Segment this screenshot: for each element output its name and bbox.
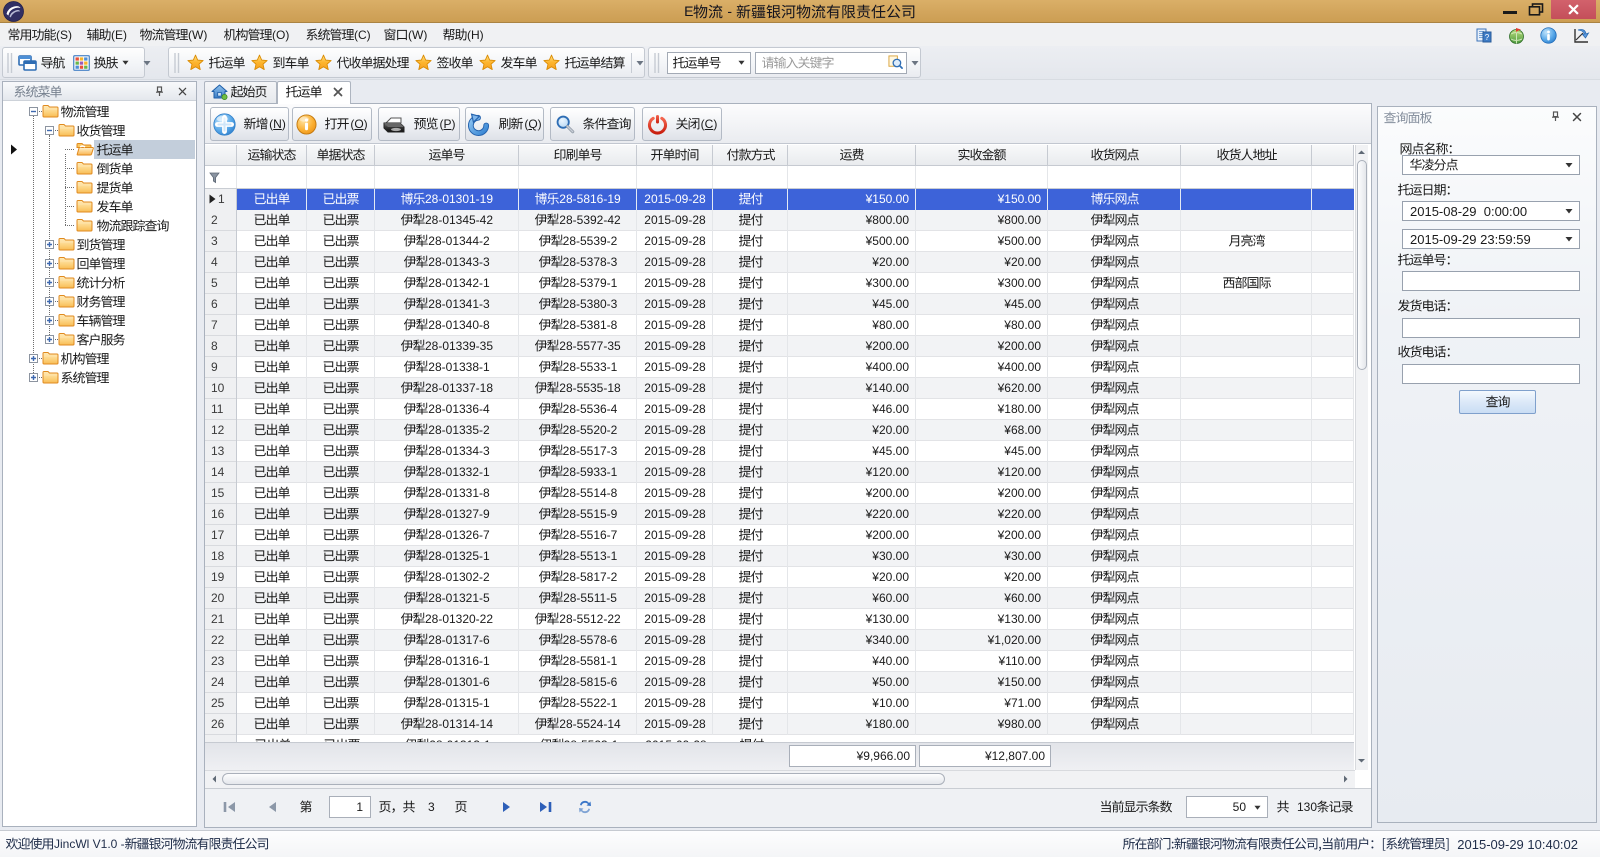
svg-text:?: ? [1485,33,1490,42]
